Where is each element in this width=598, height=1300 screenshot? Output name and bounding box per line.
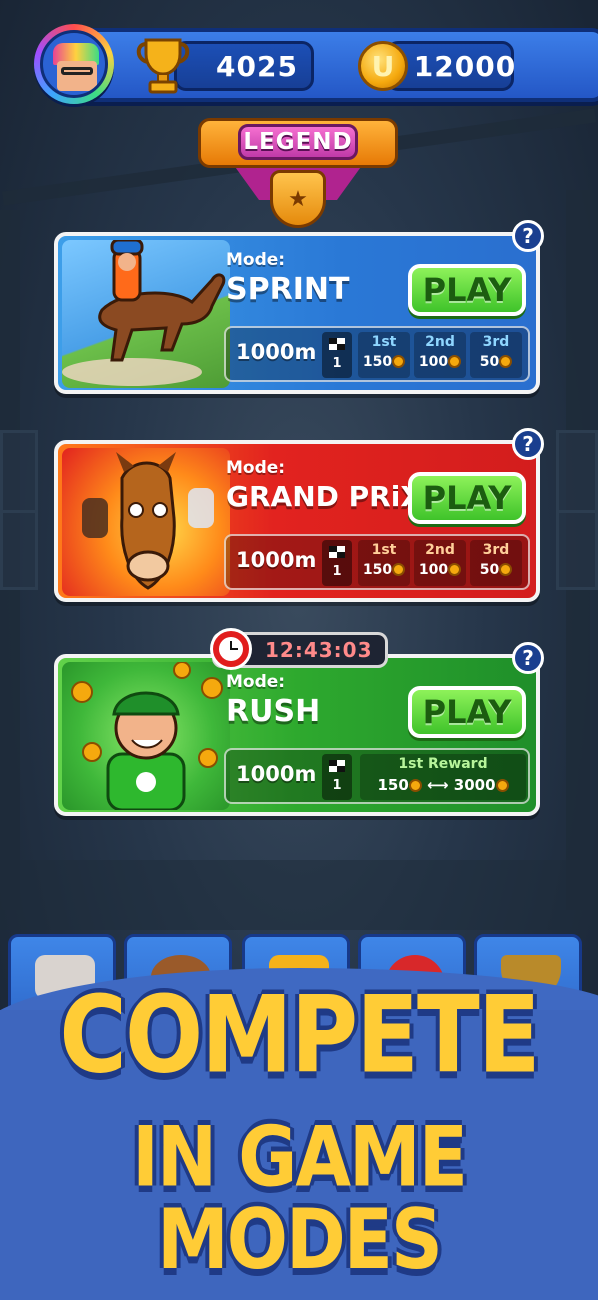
background-floor (0, 860, 598, 930)
checkered-flag-icon (329, 760, 345, 772)
laps-count: 1 (332, 564, 342, 579)
avatar-portrait (40, 30, 108, 98)
mode-label: Mode: (226, 250, 286, 270)
race-info-strip: 1000m 1 1st Reward 150 ⟷ 3000 (224, 748, 530, 804)
help-button-rush[interactable]: ? (512, 642, 544, 674)
coin-icon (495, 779, 509, 792)
clock-icon (210, 628, 252, 670)
laps-box: 1 (322, 540, 352, 586)
play-button-grand-prix[interactable]: PLAY (408, 472, 526, 524)
coin-icon (408, 779, 422, 792)
promo-headline: COMPETE (59, 973, 540, 1097)
race-distance: 1000m (236, 548, 317, 572)
background-stall-right (556, 430, 598, 590)
race-info-strip: 1000m 1 1st 150 2nd 100 3rd 50 (224, 534, 530, 590)
checkered-flag-icon (329, 546, 345, 558)
help-button-grand-prix[interactable]: ? (512, 428, 544, 460)
game-screen: 4025 12000 U LEGEND ★ Mode: SPRINT PLAY … (0, 0, 598, 1300)
reward-title: 1st Reward (398, 756, 488, 772)
league-shield-icon: ★ (270, 170, 326, 228)
prize-2nd: 2nd 100 (414, 540, 466, 586)
promo-subheadline: IN GAME MODES (132, 1108, 468, 1288)
top-bar: 4025 12000 U (34, 24, 598, 104)
mode-card-grand-prix[interactable]: Mode: GRAND PRiX PLAY ? 1000m 1 1st 150 … (54, 428, 544, 602)
laps-box: 1 (322, 754, 352, 800)
mode-label: Mode: (226, 458, 286, 478)
trophy-count: 4025 (216, 49, 298, 83)
help-button-sprint[interactable]: ? (512, 220, 544, 252)
avatar-glasses-icon (61, 67, 93, 75)
mode-label: Mode: (226, 672, 286, 692)
background-stall-left (0, 430, 38, 590)
laps-count: 1 (332, 778, 342, 793)
sprint-jockey-art (62, 240, 230, 388)
league-badge[interactable]: LEGEND ★ (198, 112, 398, 228)
reward-range-box: 1st Reward 150 ⟷ 3000 (360, 754, 526, 800)
prize-3rd: 3rd 50 (470, 540, 522, 586)
coin-icon: U (358, 41, 408, 91)
rush-jockey-art (62, 662, 230, 810)
player-avatar[interactable] (34, 24, 114, 104)
mode-card-rush[interactable]: Mode: RUSH PLAY ? 1000m 1 1st Reward 150… (54, 642, 544, 816)
coin-icon (499, 355, 513, 368)
grand-prix-horse-art (62, 448, 230, 596)
race-distance: 1000m (236, 762, 317, 786)
mode-card-sprint[interactable]: Mode: SPRINT PLAY ? 1000m 1 1st 150 2nd … (54, 220, 544, 394)
mode-name: RUSH (226, 694, 321, 729)
double-arrow-icon: ⟷ (427, 776, 449, 794)
prize-2nd: 2nd 100 (414, 332, 466, 378)
reward-range: 150 ⟷ 3000 (360, 776, 526, 794)
mode-name: GRAND PRiX (226, 480, 422, 513)
prize-1st: 1st 150 (358, 540, 410, 586)
coin-icon (392, 563, 406, 576)
coin-icon (448, 355, 462, 368)
mode-name: SPRINT (226, 272, 350, 307)
coin-icon (499, 563, 513, 576)
trophy-counter[interactable]: 4025 (174, 41, 314, 91)
prize-1st: 1st 150 (358, 332, 410, 378)
horse-charging-icon (82, 452, 214, 590)
play-button-rush[interactable]: PLAY (408, 686, 526, 738)
horse-jockey-icon (62, 240, 226, 386)
avatar-face-icon (57, 61, 97, 91)
laps-count: 1 (332, 356, 342, 371)
league-name: LEGEND (238, 124, 358, 160)
trophy-icon (136, 38, 190, 94)
race-distance: 1000m (236, 340, 317, 364)
jockey-coins-icon (71, 662, 223, 810)
play-button-sprint[interactable]: PLAY (408, 264, 526, 316)
checkered-flag-icon (329, 338, 345, 350)
coin-count: 12000 (413, 49, 517, 83)
coin-icon (392, 355, 406, 368)
race-info-strip: 1000m 1 1st 150 2nd 100 3rd 50 (224, 326, 530, 382)
laps-box: 1 (322, 332, 352, 378)
prize-3rd: 3rd 50 (470, 332, 522, 378)
coin-icon (448, 563, 462, 576)
